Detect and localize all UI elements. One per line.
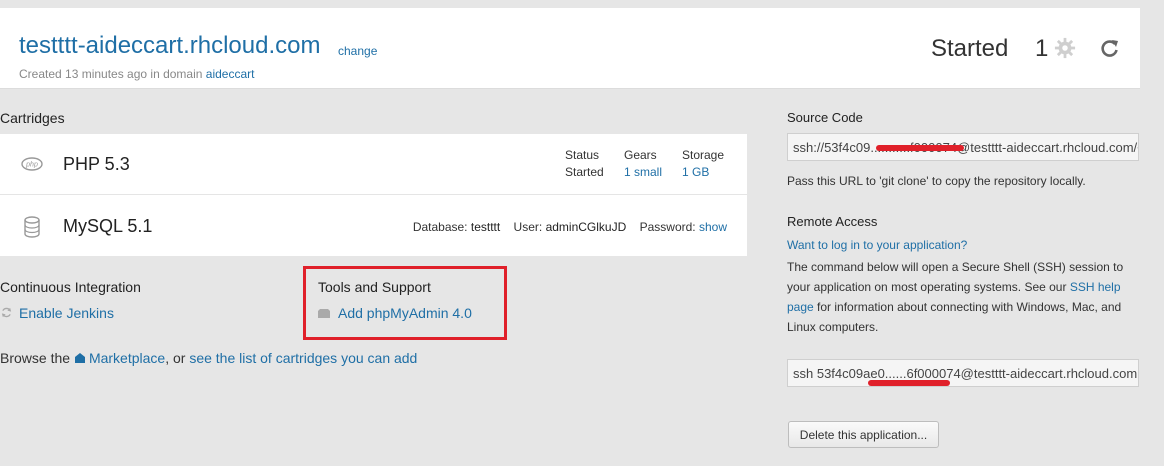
cartridge-list-link[interactable]: see the list of cartridges you can add bbox=[189, 350, 417, 366]
browse-middle: , or bbox=[165, 350, 190, 366]
gears-column: Gears 1 small bbox=[624, 147, 662, 181]
remote-access-title: Remote Access bbox=[787, 214, 878, 229]
redaction-mark bbox=[876, 145, 964, 151]
redaction-mark bbox=[868, 380, 950, 386]
domain-link[interactable]: aideccart bbox=[206, 67, 255, 81]
app-name-link[interactable]: testttt-aideccart.rhcloud.com bbox=[19, 32, 320, 60]
browse-line: Browse the Marketplace, or see the list … bbox=[0, 350, 417, 366]
app-meta: Created 13 minutes ago in domain aidecca… bbox=[19, 67, 254, 81]
password-label: Password: bbox=[639, 220, 696, 234]
app-header: testttt-aideccart.rhcloud.com change Cre… bbox=[0, 8, 1140, 89]
user-label: User: bbox=[513, 220, 543, 234]
marketplace-icon bbox=[74, 353, 85, 363]
database-label: Database: bbox=[412, 220, 468, 234]
mysql-credentials: Database: testttt User: adminCGlkuJD Pas… bbox=[413, 220, 727, 234]
browse-prefix: Browse the bbox=[0, 350, 74, 366]
login-help-link[interactable]: Want to log in to your application? bbox=[787, 238, 967, 252]
app-state: Started bbox=[931, 35, 1009, 62]
source-url-value: ssh://53f4c09...........f000074@testttt-… bbox=[793, 140, 1138, 155]
svg-text:php: php bbox=[25, 162, 38, 169]
storage-column: Storage 1 GB bbox=[682, 147, 724, 181]
highlight-box bbox=[303, 266, 507, 340]
marketplace-link[interactable]: Marketplace bbox=[89, 350, 165, 366]
source-code-title: Source Code bbox=[787, 110, 863, 125]
cartridges-title: Cartridges bbox=[0, 110, 65, 126]
storage-label: Storage bbox=[682, 148, 725, 162]
ssh-command-value: ssh 53f4c09ae0......6f000074@testttt-aid… bbox=[793, 366, 1138, 381]
change-link[interactable]: change bbox=[338, 44, 377, 58]
cartridge-php: php PHP 5.3 Status Started Gears 1 small… bbox=[0, 134, 747, 195]
user-value: adminCGlkuJD bbox=[545, 220, 627, 234]
status-column: Status Started bbox=[565, 147, 604, 181]
gears-link[interactable]: 1 small bbox=[624, 164, 662, 181]
gears-label: Gears bbox=[624, 148, 657, 162]
delete-application-button[interactable]: Delete this application... bbox=[788, 421, 939, 448]
database-icon bbox=[24, 216, 40, 238]
database-value: testttt bbox=[470, 220, 501, 234]
cartridges-panel: php PHP 5.3 Status Started Gears 1 small… bbox=[0, 134, 747, 256]
created-text: Created 13 minutes ago in domain bbox=[19, 67, 206, 81]
gear-count: 1 bbox=[1035, 35, 1049, 62]
enable-jenkins-link[interactable]: Enable Jenkins bbox=[19, 305, 114, 321]
mysql-name: MySQL 5.1 bbox=[63, 216, 153, 236]
remote-description: The command below will open a Secure She… bbox=[787, 257, 1139, 337]
refresh-icon bbox=[1, 307, 12, 318]
php-name: PHP 5.3 bbox=[63, 154, 130, 174]
storage-link[interactable]: 1 GB bbox=[682, 164, 724, 181]
php-icon: php bbox=[21, 157, 43, 171]
source-hint: Pass this URL to 'git clone' to copy the… bbox=[787, 174, 1086, 188]
login-help-line: Want to log in to your application? bbox=[787, 235, 1139, 255]
cartridge-mysql: MySQL 5.1 Database: testttt User: adminC… bbox=[0, 195, 747, 255]
status-value: Started bbox=[565, 165, 604, 179]
ssh-command-field[interactable]: ssh 53f4c09ae0......6f000074@testttt-aid… bbox=[787, 359, 1139, 387]
ci-title: Continuous Integration bbox=[0, 279, 141, 295]
remote-desc-after: for information about connecting with Wi… bbox=[787, 300, 1122, 334]
status-label: Status bbox=[565, 148, 600, 162]
restart-icon[interactable] bbox=[1100, 38, 1120, 58]
show-password-link[interactable]: show bbox=[699, 220, 727, 234]
gear-icon[interactable] bbox=[1054, 37, 1076, 59]
